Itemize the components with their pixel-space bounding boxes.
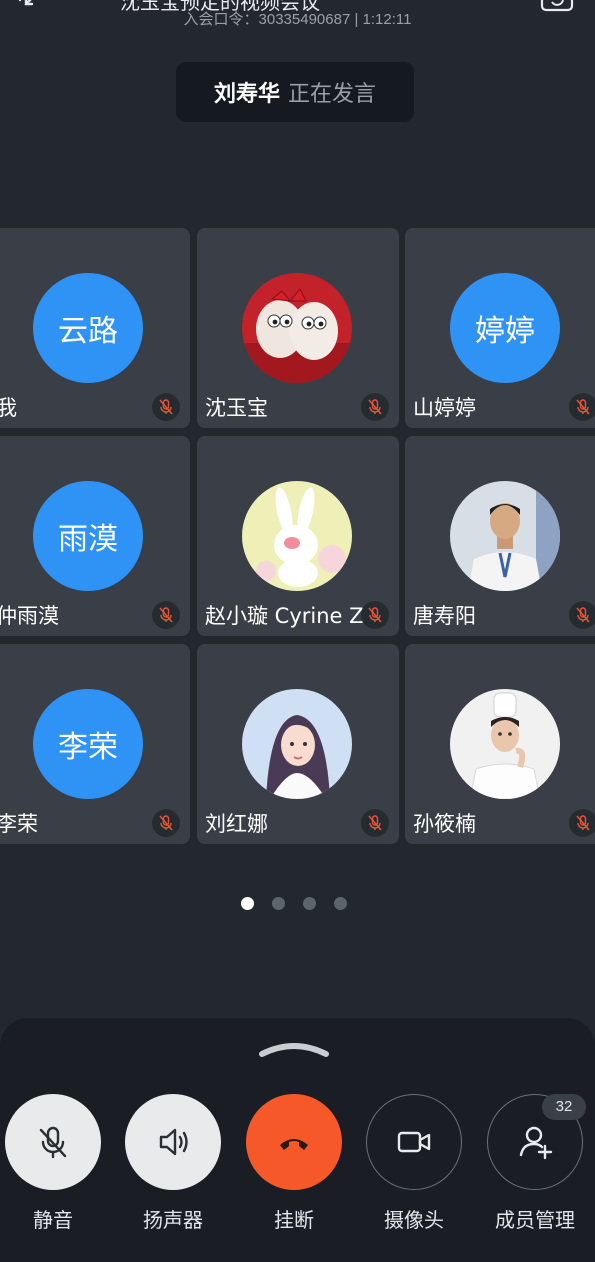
expand-handle-icon[interactable] [258,1042,330,1058]
avatar: 李荣 [33,689,143,799]
avatar-photo [242,481,352,591]
participant-tile[interactable]: 婷婷 山婷婷 [405,228,595,428]
avatar [242,689,352,799]
hangup-control[interactable]: 挂断 [245,1094,343,1233]
mic-off-icon [569,393,595,421]
mic-off-icon [152,809,180,837]
meeting-code: 入会口令：30335490687 | 1:12:11 [183,11,412,28]
page-indicator[interactable] [0,897,595,913]
participant-tile[interactable]: 李荣 李荣 [0,644,190,844]
avatar-photo [242,273,352,383]
camera-label: 摄像头 [384,1208,444,1232]
avatar: 婷婷 [450,273,560,383]
speaker-button[interactable] [125,1094,221,1190]
active-speaker-status: 正在发言 [288,82,377,107]
mic-off-icon [361,601,389,629]
participant-name: 我 [0,396,17,420]
avatar-photo [450,689,560,799]
avatar [450,481,560,591]
video-camera-icon [397,1131,431,1153]
mic-off-icon [152,393,180,421]
participant-name: 仲雨漠 [0,604,59,628]
members-control[interactable]: 32 成员管理 [486,1094,586,1233]
avatar [242,273,352,383]
hangup-button[interactable] [246,1094,342,1190]
members-label: 成员管理 [495,1208,575,1232]
mute-button[interactable] [5,1094,101,1190]
page-dot[interactable] [303,897,316,910]
participant-tile[interactable]: 唐寿阳 [405,436,595,636]
participant-tile[interactable]: 沈玉宝 [197,228,399,428]
participant-tile[interactable]: 孙筱楠 [405,644,595,844]
mic-off-icon [152,601,180,629]
avatar-photo [450,481,560,591]
participant-tile[interactable]: 雨漠 仲雨漠 [0,436,190,636]
participant-name: 李荣 [0,812,38,836]
page-dot-active[interactable] [241,897,254,910]
active-speaker-banner: 刘寿华 正在发言 [176,62,414,122]
phone-hangup-icon [280,1139,308,1150]
speaker-control[interactable]: 扬声器 [124,1094,222,1233]
participant-name: 赵小璇 Cyrine Z [205,604,364,628]
active-speaker-name: 刘寿华 [213,82,280,107]
add-user-icon [519,1126,553,1160]
participant-name: 山婷婷 [413,396,476,420]
mute-control[interactable]: 静音 [4,1094,102,1233]
mic-off-icon [39,1126,67,1159]
mic-off-icon [569,809,595,837]
participant-tile[interactable]: 刘红娜 [197,644,399,844]
member-count-badge: 32 [542,1094,586,1120]
mute-label: 静音 [33,1208,73,1232]
speaker-label: 扬声器 [143,1208,203,1232]
participant-name: 唐寿阳 [413,604,476,628]
avatar [450,689,560,799]
participant-name: 沈玉宝 [205,396,268,420]
avatar: 云路 [33,273,143,383]
camera-control[interactable]: 摄像头 [365,1094,463,1233]
avatar-photo [242,689,352,799]
page-dot[interactable] [334,897,347,910]
mic-off-icon [569,601,595,629]
speaker-icon [159,1128,188,1156]
switch-camera-icon[interactable] [540,0,574,18]
control-panel: 静音 扬声器 挂断 摄像头 32 成员管理 [0,1018,595,1262]
mic-off-icon [361,393,389,421]
avatar [242,481,352,591]
participant-name: 刘红娜 [205,812,268,836]
participant-grid: 云路 我 沈玉宝 婷婷 山婷婷 雨漠 仲雨漠 赵小璇 Cyrine Z 唐寿阳 … [0,228,595,848]
hangup-label: 挂断 [274,1208,314,1232]
camera-button[interactable] [366,1094,462,1190]
top-bar: 沈玉宝预定的视频会议 入会口令：30335490687 | 1:12:11 [0,0,595,40]
avatar: 雨漠 [33,481,143,591]
participant-name: 孙筱楠 [413,812,476,836]
participant-tile[interactable]: 赵小璇 Cyrine Z [197,436,399,636]
participant-tile[interactable]: 云路 我 [0,228,190,428]
mic-off-icon [361,809,389,837]
page-dot[interactable] [272,897,285,910]
